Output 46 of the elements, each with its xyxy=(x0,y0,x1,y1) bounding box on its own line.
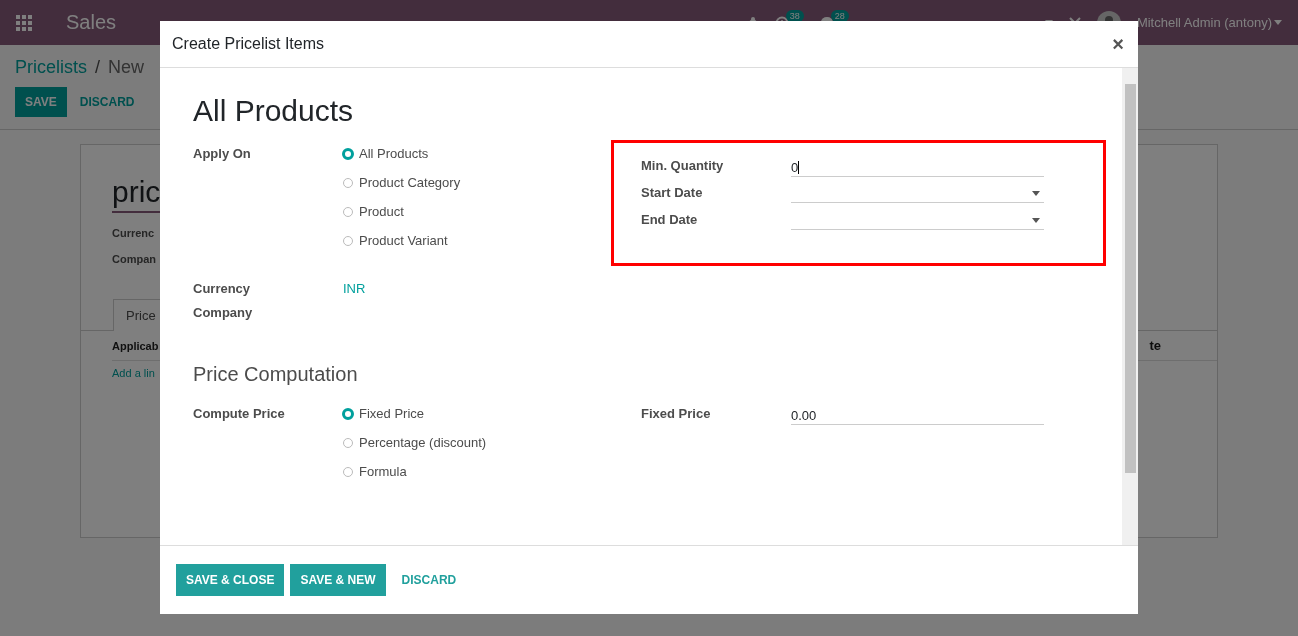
app-name[interactable]: Sales xyxy=(66,11,117,34)
radio-option[interactable]: Fixed Price xyxy=(343,406,487,422)
breadcrumb-current: New xyxy=(108,57,145,78)
breadcrumb-separator: / xyxy=(95,57,101,78)
radio-option[interactable]: All Products xyxy=(343,146,461,162)
radio-button[interactable] xyxy=(342,148,354,160)
column-header: Applicab xyxy=(112,339,159,352)
message-count: 28 xyxy=(830,9,849,22)
discard-button[interactable]: DISCARD xyxy=(69,87,145,117)
field-label: Currency xyxy=(193,281,252,297)
radio-option[interactable]: Percentage (discount) xyxy=(343,435,487,451)
save-close-button[interactable]: SAVE & CLOSE xyxy=(176,564,285,596)
field-label: Currenc xyxy=(112,227,155,239)
radio-option[interactable]: Product xyxy=(343,204,461,220)
field-label: End Date xyxy=(641,212,699,228)
scrollbar[interactable] xyxy=(1122,68,1138,545)
price-field[interactable]: 0.00 xyxy=(791,406,1044,425)
record-title: All Products xyxy=(193,94,355,128)
radio-option[interactable]: Product Variant xyxy=(343,233,461,249)
close-button[interactable]: × xyxy=(1110,32,1126,56)
field-label: Compan xyxy=(112,253,156,265)
caret-icon[interactable] xyxy=(1032,191,1040,196)
breadcrumb-link[interactable]: Pricelists xyxy=(15,57,87,78)
radio-button[interactable] xyxy=(342,408,354,420)
quantity-field[interactable]: 0 xyxy=(791,158,1044,177)
save-new-button[interactable]: SAVE & NEW xyxy=(290,564,386,596)
field-label: Fixed Price xyxy=(641,406,712,422)
save-button[interactable]: SAVE xyxy=(15,87,67,117)
field-label: Apply On xyxy=(193,146,252,162)
add-line-link[interactable]: Add a lin xyxy=(112,367,155,379)
discard-button[interactable]: DISCARD xyxy=(391,564,467,596)
section-title: Price Computation xyxy=(193,363,359,386)
radio-option[interactable]: Formula xyxy=(343,464,487,480)
caret-icon[interactable] xyxy=(1274,20,1282,25)
currency-link[interactable]: INR xyxy=(343,281,366,296)
column-header: te xyxy=(1149,338,1161,353)
activity-count: 38 xyxy=(785,9,804,22)
field-label: Min. Quantity xyxy=(641,158,725,174)
field-label: Start Date xyxy=(641,185,704,201)
dialog-title: Create Pricelist Items xyxy=(172,35,325,53)
caret-icon[interactable] xyxy=(1032,218,1040,223)
field-label: Company xyxy=(193,305,254,321)
apps-menu-icon[interactable] xyxy=(16,14,32,31)
user-menu[interactable]: Mitchell Admin (antony) xyxy=(1136,15,1282,30)
radio-option[interactable]: Product Category xyxy=(343,175,461,191)
field-label: Compute Price xyxy=(193,406,286,422)
